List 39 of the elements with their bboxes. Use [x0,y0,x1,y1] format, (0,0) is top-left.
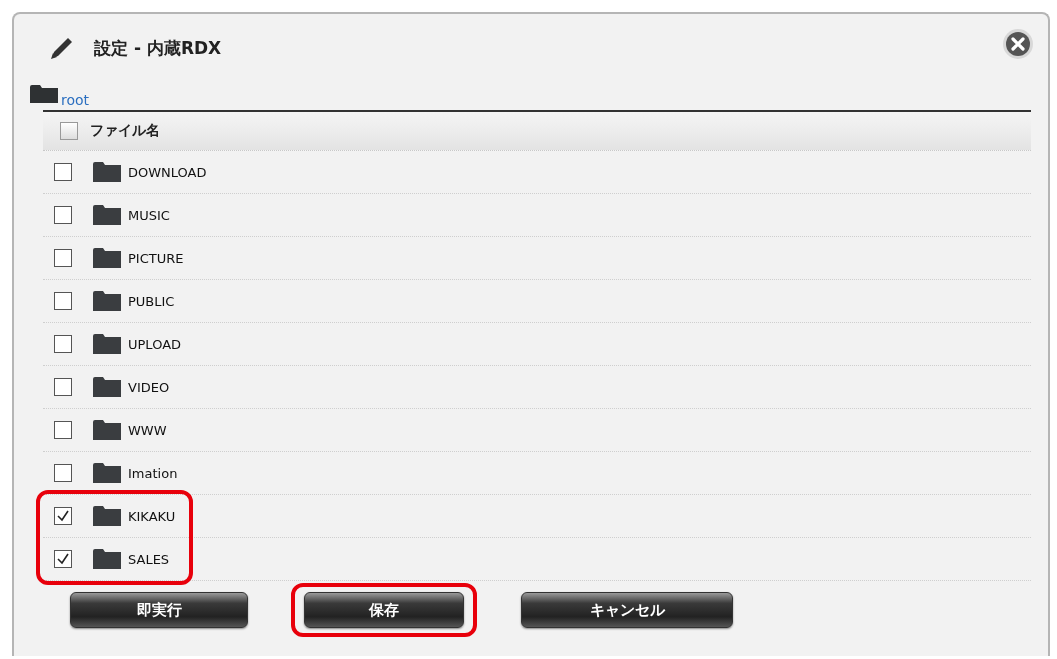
folder-icon [30,85,58,103]
action-button[interactable]: キャンセル [521,592,733,628]
checkbox[interactable] [54,421,72,439]
folder-icon [93,377,121,397]
checkbox[interactable] [54,507,72,525]
folder-name[interactable]: PICTURE [128,250,184,266]
folder-icon [93,549,121,569]
folder-name[interactable]: UPLOAD [128,336,182,352]
checkbox[interactable] [54,163,72,181]
folder-icon [93,162,121,182]
folder-name[interactable]: SALES [128,551,170,567]
checkbox[interactable] [60,122,78,140]
folder-icon [93,420,121,440]
folder-name[interactable]: DOWNLOAD [128,164,207,180]
action-button[interactable]: 即実行 [70,592,248,628]
folder-icon [93,506,121,526]
checkbox[interactable] [54,378,72,396]
dialog-title: 設定 - 内蔵RDX [94,36,222,60]
folder-name[interactable]: PUBLIC [128,293,175,309]
checkbox[interactable] [54,292,72,310]
path-link[interactable]: root [61,92,90,108]
checkbox[interactable] [54,335,72,353]
folder-name[interactable]: MUSIC [128,207,170,223]
close-icon[interactable] [1002,28,1034,60]
folder-icon [93,291,121,311]
folder-name[interactable]: Imation [128,465,178,481]
folder-icon [93,463,121,483]
column-header: ファイル名 [90,122,160,140]
action-button[interactable]: 保存 [304,592,464,628]
checkbox[interactable] [54,206,72,224]
folder-icon [93,248,121,268]
folder-name[interactable]: WWW [128,422,167,438]
checkbox[interactable] [54,464,72,482]
folder-name[interactable]: KIKAKU [128,508,176,524]
folder-name[interactable]: VIDEO [128,379,170,395]
checkbox[interactable] [54,550,72,568]
checkbox[interactable] [54,249,72,267]
folder-icon [93,334,121,354]
folder-icon [93,205,121,225]
